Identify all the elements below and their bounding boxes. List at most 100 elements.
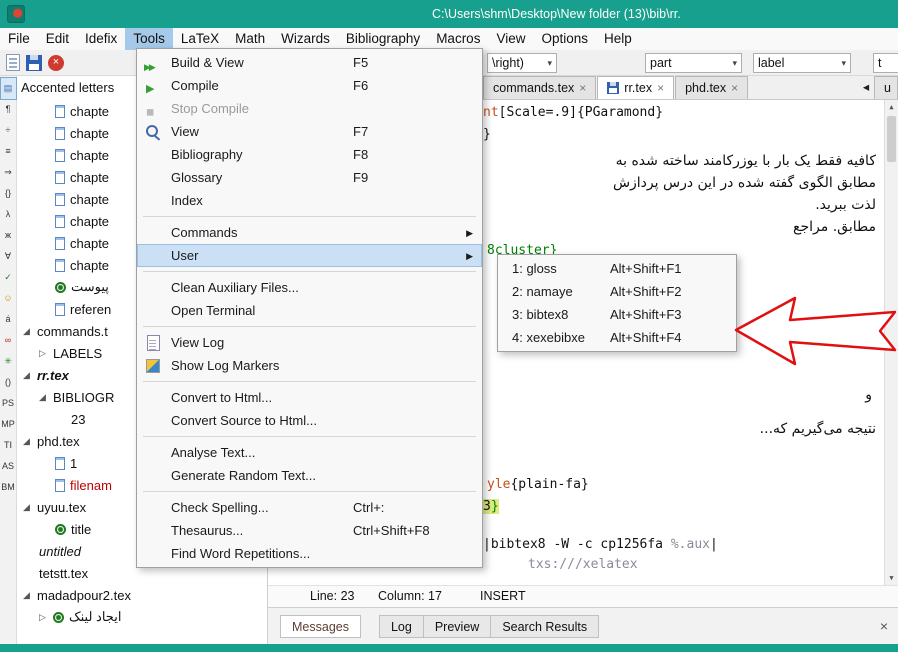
- tab-commands.tex[interactable]: commands.tex×: [483, 76, 596, 99]
- submenu-item-2-namaye[interactable]: 2: namayeAlt+Shift+F2: [498, 280, 736, 303]
- checkmark-panel-icon[interactable]: ✓: [1, 267, 16, 288]
- collapse-icon[interactable]: ◢: [23, 370, 37, 381]
- greek-panel-icon[interactable]: λ: [1, 204, 16, 225]
- menu-item-user[interactable]: User▶: [137, 244, 482, 267]
- logic-panel-icon[interactable]: ∀: [1, 246, 16, 267]
- scrollbar-thumb[interactable]: [887, 116, 896, 162]
- chevron-down-icon[interactable]: ▾: [732, 58, 737, 69]
- bottom-tab-preview[interactable]: Preview: [423, 615, 491, 638]
- status-column-number: Column: 17: [378, 589, 442, 603]
- menu-view[interactable]: View: [488, 28, 533, 50]
- chevron-down-icon[interactable]: ▾: [547, 58, 552, 69]
- menu-item-convert-source-to-html...[interactable]: Convert Source to Html...: [137, 409, 482, 432]
- relations-panel-icon[interactable]: ≡: [1, 141, 16, 162]
- new-file-icon[interactable]: [6, 54, 20, 71]
- editor-line: |bibtex8 -W -c cp1256fa %.aux|: [483, 536, 718, 554]
- submenu-item-4-xexebibxe[interactable]: 4: xexebibxeAlt+Shift+F4: [498, 326, 736, 349]
- submenu-item-3-bibtex8[interactable]: 3: bibtex8Alt+Shift+F3: [498, 303, 736, 326]
- menu-item-convert-to-html...[interactable]: Convert to Html...: [137, 386, 482, 409]
- metapost-panel-icon[interactable]: MP: [1, 414, 16, 435]
- special-panel-icon[interactable]: ✳: [1, 351, 16, 372]
- menu-item-check-spelling...[interactable]: Check Spelling...Ctrl+:: [137, 496, 482, 519]
- menu-latex[interactable]: LaTeX: [173, 28, 227, 50]
- tab-partial[interactable]: u: [874, 76, 898, 99]
- menu-shortcut: Ctrl+:: [353, 496, 384, 519]
- reference-combo[interactable]: label▾: [753, 53, 851, 73]
- bottom-tab-messages[interactable]: Messages: [280, 615, 361, 638]
- menu-item-open-terminal[interactable]: Open Terminal: [137, 299, 482, 322]
- asymptote-panel-icon[interactable]: AS: [1, 456, 16, 477]
- brackets-panel-icon[interactable]: (): [1, 372, 16, 393]
- pstricks-panel-icon[interactable]: PS: [1, 393, 16, 414]
- sectioning-combo[interactable]: part▾: [645, 53, 742, 73]
- submenu-item-1-gloss[interactable]: 1: glossAlt+Shift+F1: [498, 257, 736, 280]
- delimiters-panel-icon[interactable]: {}: [1, 183, 16, 204]
- menu-separator: [143, 271, 476, 272]
- menu-tools[interactable]: Tools: [125, 28, 173, 50]
- tab-close-icon[interactable]: ×: [731, 81, 738, 95]
- tree-item-row-23[interactable]: ▷ايجاد لينک: [17, 606, 267, 628]
- chevron-down-icon[interactable]: ▾: [841, 58, 846, 69]
- scroll-up-icon[interactable]: ▲: [885, 100, 898, 114]
- menu-item-thesaurus...[interactable]: Thesaurus...Ctrl+Shift+F8: [137, 519, 482, 542]
- menu-edit[interactable]: Edit: [38, 28, 77, 50]
- collapse-icon[interactable]: ◢: [23, 590, 37, 601]
- combo-label: \right): [492, 56, 524, 70]
- cyrillic-panel-icon[interactable]: ж: [1, 225, 16, 246]
- paragraph-panel-icon[interactable]: ¶: [1, 99, 16, 120]
- menu-item-generate-random-text...[interactable]: Generate Random Text...: [137, 464, 482, 487]
- close-file-icon[interactable]: [48, 55, 64, 71]
- clipped-combo[interactable]: t▾: [873, 53, 898, 73]
- expand-icon[interactable]: ▷: [39, 348, 53, 359]
- menu-options[interactable]: Options: [533, 28, 596, 50]
- collapse-icon[interactable]: ◢: [39, 392, 53, 403]
- tab-rr.tex[interactable]: rr.tex×: [597, 76, 674, 99]
- smiley-panel-icon[interactable]: ☺: [1, 288, 16, 309]
- menu-item-show-log-markers[interactable]: Show Log Markers: [137, 354, 482, 377]
- delimiter-combo[interactable]: \right) ▾: [487, 53, 557, 73]
- menu-wizards[interactable]: Wizards: [273, 28, 338, 50]
- menu-item-analyse-text...[interactable]: Analyse Text...: [137, 441, 482, 464]
- infinity-panel-icon[interactable]: ∞: [1, 330, 16, 351]
- tab-close-icon[interactable]: ×: [657, 81, 664, 95]
- menu-bibliography[interactable]: Bibliography: [338, 28, 428, 50]
- view-log-icon: [144, 334, 162, 350]
- structure-panel-icon[interactable]: ▤: [1, 78, 16, 99]
- close-panel-icon[interactable]: ×: [880, 618, 888, 634]
- operators-panel-icon[interactable]: ÷: [1, 120, 16, 141]
- bookmarks-panel-icon[interactable]: BM: [1, 477, 16, 498]
- menu-item-commands[interactable]: Commands▶: [137, 221, 482, 244]
- menu-item-find-word-repetitions...[interactable]: Find Word Repetitions...: [137, 542, 482, 565]
- menu-item-build-view[interactable]: Build & ViewF5: [137, 51, 482, 74]
- bottom-tab-search-results[interactable]: Search Results: [490, 615, 599, 638]
- tab-phd.tex[interactable]: phd.tex×: [675, 76, 748, 99]
- menu-item-clean-auxiliary-files...[interactable]: Clean Auxiliary Files...: [137, 276, 482, 299]
- menu-idefix[interactable]: Idefix: [77, 28, 125, 50]
- tab-close-icon[interactable]: ×: [579, 81, 586, 95]
- scroll-down-icon[interactable]: ▼: [885, 571, 898, 585]
- menu-item-view[interactable]: ViewF7: [137, 120, 482, 143]
- menu-item-compile[interactable]: CompileF6: [137, 74, 482, 97]
- tab-scroll-left-icon[interactable]: ◂: [858, 76, 874, 99]
- collapse-icon[interactable]: ◢: [23, 326, 37, 337]
- menu-math[interactable]: Math: [227, 28, 273, 50]
- menu-file[interactable]: File: [0, 28, 38, 50]
- menu-macros[interactable]: Macros: [428, 28, 488, 50]
- accented-panel-icon[interactable]: á: [1, 309, 16, 330]
- tikz-panel-icon[interactable]: TI: [1, 435, 16, 456]
- tree-item-madadpour2.tex[interactable]: ◢madadpour2.tex: [17, 584, 267, 606]
- menu-item-bibliography[interactable]: BibliographyF8: [137, 143, 482, 166]
- code-segment: nt: [483, 105, 499, 120]
- arrows-panel-icon[interactable]: ⇒: [1, 162, 16, 183]
- bottom-tab-log[interactable]: Log: [379, 615, 424, 638]
- menu-help[interactable]: Help: [596, 28, 640, 50]
- collapse-icon[interactable]: ◢: [23, 502, 37, 513]
- collapse-icon[interactable]: ◢: [23, 436, 37, 447]
- menu-item-glossary[interactable]: GlossaryF9: [137, 166, 482, 189]
- menu-item-view-log[interactable]: View Log: [137, 331, 482, 354]
- expand-icon[interactable]: ▷: [39, 612, 53, 623]
- save-icon[interactable]: [26, 55, 42, 71]
- menu-item-index[interactable]: Index: [137, 189, 482, 212]
- submenu-shortcut: Alt+Shift+F1: [610, 257, 682, 280]
- tree-item-label: title: [71, 522, 91, 537]
